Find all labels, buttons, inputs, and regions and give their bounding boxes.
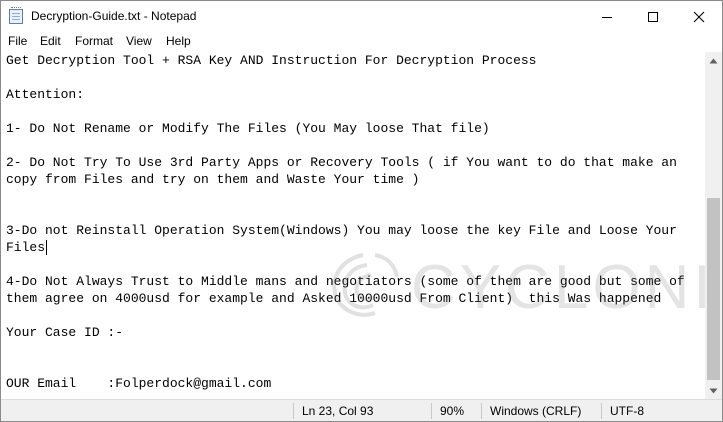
editor-line: Get Decryption Tool + RSA Key AND Instru… [6,53,537,68]
maximize-icon [648,11,658,22]
editor-line: them agree on 4000usd for example and As… [6,291,662,306]
status-position: Ln 23, Col 93 [302,404,374,418]
editor-line: Your Case ID :- [6,325,124,340]
editor-line: copy from Files and try on them and Wast… [6,172,420,187]
menu-help[interactable]: Help [166,34,191,48]
text-caret [46,240,47,255]
editor-line: 2- Do Not Try To Use 3rd Party Apps or R… [6,155,677,170]
status-zoom: 90% [440,404,465,418]
menu-view[interactable]: View [126,34,152,48]
editor-line: 4-Do Not Always Trust to Middle mans and… [6,274,685,289]
editor-line: OUR Email :Folperdock@gmail.com [6,376,272,391]
minimize-icon [602,16,612,18]
close-button[interactable] [676,1,722,32]
menu-file[interactable]: File [8,34,27,48]
notepad-window: Decryption-Guide.txt - Notepad File Edit… [0,0,723,422]
editor-line: 1- Do Not Rename or Modify The Files (Yo… [6,121,490,136]
title-bar[interactable]: Decryption-Guide.txt - Notepad [1,1,722,32]
scroll-up-button[interactable] [705,52,722,69]
scroll-down-icon [709,388,718,393]
status-line-ending: Windows (CRLF) [490,404,582,418]
window-title: Decryption-Guide.txt - Notepad [31,9,197,23]
text-editor[interactable]: Get Decryption Tool + RSA Key AND Instru… [1,52,705,399]
menu-format[interactable]: Format [75,34,113,48]
status-bar: Ln 23, Col 93 90% Windows (CRLF) UTF-8 [1,399,722,421]
notepad-icon [9,7,23,24]
maximize-button[interactable] [630,1,676,32]
editor-line: Files [6,240,46,255]
menu-bar: File Edit Format View Help [1,32,722,52]
close-icon [693,11,705,22]
editor-line: Attention: [6,87,85,102]
minimize-button[interactable] [584,1,630,32]
status-encoding: UTF-8 [610,404,644,418]
vertical-scrollbar[interactable] [705,52,722,399]
menu-edit[interactable]: Edit [40,34,61,48]
scrollbar-thumb[interactable] [707,198,720,380]
scroll-down-button[interactable] [705,382,722,399]
scroll-up-icon [709,58,718,63]
editor-line: 3-Do not Reinstall Operation System(Wind… [6,223,677,238]
